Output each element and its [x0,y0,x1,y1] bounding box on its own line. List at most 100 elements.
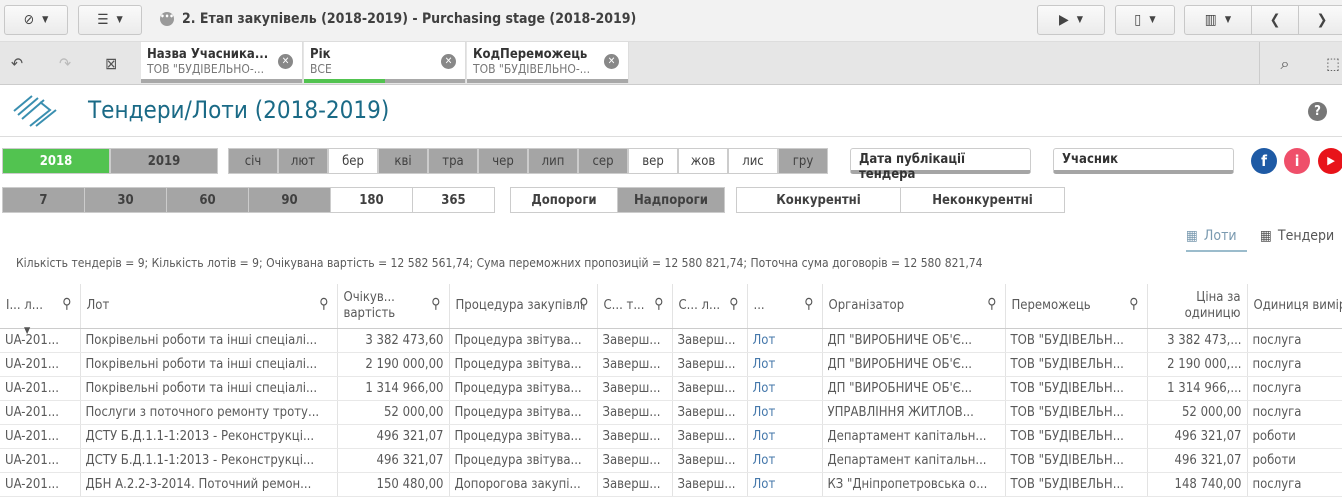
navigation-menu-button[interactable]: ⊘▼ [4,5,68,35]
month-button[interactable]: січ [228,148,278,174]
sheets-menu-button[interactable]: ☰▼ [78,5,142,35]
month-button[interactable]: бер [328,148,378,174]
year-button-2019[interactable]: 2019 [110,148,218,174]
tab-lots[interactable]: ▦Лоти [1186,226,1247,252]
selection-chip-winner-code[interactable]: КодПереможецьТОВ "БУДІВЕЛЬНО-...✕ [467,42,629,83]
date-filter[interactable]: Дата публікації тендера [850,148,1031,174]
table-row[interactable]: UA-201...Покрівельні роботи та інші спец… [0,352,1342,376]
month-button[interactable]: лис [728,148,778,174]
selection-chip-year[interactable]: РікВСЕ✕ [304,42,466,83]
cell-unit-price: 1 314 966,... [1147,376,1247,400]
threshold-button[interactable]: Надпороги [617,187,725,213]
search-icon[interactable]: ⚲ [1129,296,1138,312]
column-header-lot[interactable]: Лот ⚲ [80,284,337,328]
days-button[interactable]: 180 [330,187,413,213]
cell-link[interactable]: Лот [747,376,822,400]
column-header-procedure[interactable]: Процедура закупівлі⚲ [449,284,597,328]
cell-lot: ДСТУ Б.Д.1.1-1:2013 - Реконструкці... [80,448,337,472]
clear-icon[interactable]: ✕ [278,54,293,69]
month-button[interactable]: жов [678,148,728,174]
previous-sheet-button[interactable]: ❮ [1251,5,1299,35]
search-icon[interactable]: ⚲ [319,296,328,312]
month-button[interactable]: тра [428,148,478,174]
cell-id: UA-201... [0,352,80,376]
cell-tender-status: Заверш... [597,424,672,448]
bookmark-button[interactable]: ▯▼ [1115,5,1175,35]
clear-selections-icon[interactable]: ⊠ [100,54,122,74]
column-header-unit-price[interactable]: Ціна за одиницю [1147,284,1247,328]
days-button[interactable]: 60 [166,187,249,213]
month-button[interactable]: лип [528,148,578,174]
cell-expected-value: 52 000,00 [337,400,449,424]
month-button[interactable]: вер [628,148,678,174]
month-button[interactable]: кві [378,148,428,174]
days-button[interactable]: 90 [248,187,331,213]
participant-filter[interactable]: Учасник [1053,148,1234,174]
selection-tool-icon[interactable]: ⬚ [1322,54,1342,74]
year-button-2018[interactable]: 2018 [2,148,110,174]
table-row[interactable]: UA-201...Покрівельні роботи та інші спец… [0,376,1342,400]
column-header-organizer[interactable]: Організатор⚲ [822,284,1005,328]
column-header-link[interactable]: ...⚲ [747,284,822,328]
step-forward-icon[interactable]: ↷ [54,54,76,74]
clear-icon[interactable]: ✕ [441,54,456,69]
chevron-right-icon: ❯ [1317,12,1328,28]
column-header-lot-status[interactable]: С... л...⚲ [672,284,747,328]
search-icon[interactable]: ⚲ [431,296,440,312]
cell-link[interactable]: Лот [747,328,822,352]
cell-unit: роботи [1247,448,1342,472]
cell-winner: ТОВ "БУДІВЕЛЬН... [1005,328,1147,352]
table-row[interactable]: UA-201...Покрівельні роботи та інші спец… [0,328,1342,352]
column-header-id[interactable]: I... л... ⚲ [0,284,80,328]
cell-procedure: Процедура звітува... [449,328,597,352]
cell-procedure: Процедура звітува... [449,376,597,400]
cell-unit-price: 496 321,07 [1147,424,1247,448]
cell-link[interactable]: Лот [747,400,822,424]
column-header-unit[interactable]: Одиниця виміру [1247,284,1342,328]
search-icon[interactable]: ⚲ [987,296,996,312]
search-icon[interactable]: ⌕ [1274,54,1296,74]
facebook-icon[interactable]: f [1251,148,1277,174]
present-button[interactable]: ▶▼ [1037,5,1105,35]
column-header-expected-value[interactable]: Очікув... вартість⚲ [337,284,449,328]
days-button[interactable]: 30 [84,187,167,213]
days-button[interactable]: 7 [2,187,85,213]
column-header-tender-status[interactable]: С... т...⚲ [597,284,672,328]
cell-link[interactable]: Лот [747,472,822,496]
table-row[interactable]: UA-201...Послуги з поточного ремонту тро… [0,400,1342,424]
column-header-label: Процедура закупівлі [456,298,584,313]
threshold-button[interactable]: Допороги [510,187,618,213]
tab-tenders[interactable]: ▦Тендери [1260,226,1334,250]
search-icon[interactable]: ⚲ [579,296,588,312]
table-row[interactable]: UA-201...ДСТУ Б.Д.1.1-1:2013 - Реконстру… [0,448,1342,472]
cell-link[interactable]: Лот [747,448,822,472]
info-icon[interactable]: i [1284,148,1310,174]
search-icon[interactable]: ⚲ [729,296,738,312]
help-icon[interactable]: ? [1308,102,1327,121]
search-icon[interactable]: ⚲ [654,296,663,312]
column-header-label: Лот [87,298,110,313]
table-row[interactable]: UA-201...ДСТУ Б.Д.1.1-1:2013 - Реконстру… [0,424,1342,448]
days-button[interactable]: 365 [412,187,495,213]
month-button[interactable]: сер [578,148,628,174]
insights-button[interactable]: ▥▼ [1184,5,1252,35]
month-button[interactable]: гру [778,148,828,174]
table-row[interactable]: UA-201...ДБН А.2.2-3-2014. Поточний ремо… [0,472,1342,496]
competition-button[interactable]: Конкурентні [736,187,901,213]
cell-link[interactable]: Лот [747,424,822,448]
next-sheet-button[interactable]: ❯ [1298,5,1342,35]
step-back-icon[interactable]: ↶ [6,54,28,74]
month-button[interactable]: чер [478,148,528,174]
search-icon[interactable]: ⚲ [804,296,813,312]
selection-chip-participant[interactable]: Назва Учасника...ТОВ "БУДІВЕЛЬНО-...✕ [141,42,303,83]
month-button[interactable]: лют [278,148,328,174]
column-header-winner[interactable]: Переможець⚲ [1005,284,1147,328]
cell-link[interactable]: Лот [747,352,822,376]
youtube-icon[interactable]: ▶ [1318,148,1342,174]
column-header-label: I... л... [6,298,43,313]
more-icon[interactable]: ••• [160,12,174,26]
competition-button[interactable]: Неконкурентні [900,187,1065,213]
clear-icon[interactable]: ✕ [604,54,619,69]
cell-id: UA-201... [0,448,80,472]
search-icon[interactable]: ⚲ [62,296,71,312]
